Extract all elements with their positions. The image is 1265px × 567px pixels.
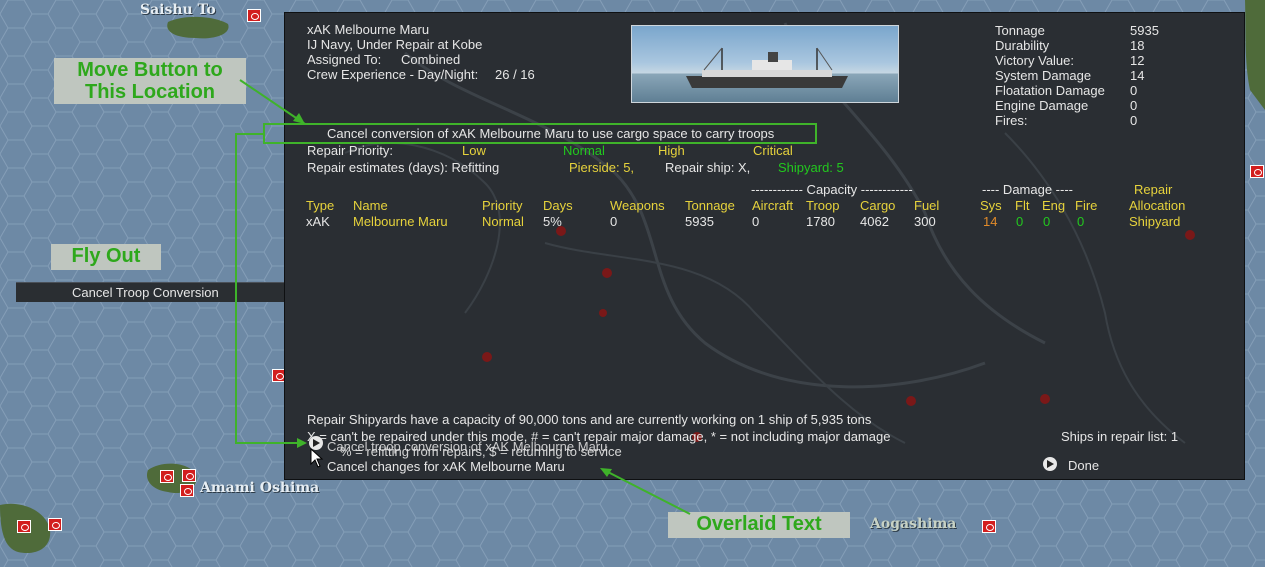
stat-label: Fires: — [995, 113, 1028, 128]
base-icon[interactable] — [17, 520, 31, 533]
col-header-weapons[interactable]: Weapons — [610, 198, 665, 213]
shipyard-capacity-note: Repair Shipyards have a capacity of 90,0… — [307, 412, 872, 427]
map-label-saishu-to: Saishu To — [140, 2, 216, 18]
col-header-fire[interactable]: Fire — [1075, 198, 1097, 213]
base-icon[interactable] — [982, 520, 996, 533]
base-icon[interactable] — [1250, 165, 1264, 178]
damage-group-header: ---- Damage ---- — [982, 182, 1073, 197]
base-icon[interactable] — [160, 470, 174, 483]
fly-out-callout: Fly Out — [51, 244, 161, 270]
row-fuel: 300 — [914, 214, 936, 229]
crew-experience-value: 26 / 16 — [495, 67, 535, 82]
col-header-tonnage[interactable]: Tonnage — [685, 198, 735, 213]
priority-high-option[interactable]: High — [658, 143, 685, 158]
col-header-sys[interactable]: Sys — [980, 198, 1002, 213]
stat-value: 18 — [1130, 38, 1145, 53]
col-header-eng[interactable]: Eng — [1042, 198, 1065, 213]
row-allocation[interactable]: Shipyard — [1129, 214, 1180, 229]
col-header-cargo[interactable]: Cargo — [860, 198, 895, 213]
stat-value: 0 — [1130, 113, 1138, 128]
stat-label: Tonnage — [995, 23, 1045, 38]
row-eng: 0 — [1043, 214, 1051, 229]
stat-value: 0 — [1130, 83, 1138, 98]
done-button[interactable]: Done — [1068, 458, 1099, 473]
col-header-days[interactable]: Days — [543, 198, 573, 213]
base-icon[interactable] — [180, 484, 194, 497]
cargo-ship-icon — [686, 47, 848, 88]
repair-dialog: xAK Melbourne Maru IJ Navy, Under Repair… — [284, 12, 1245, 480]
row-troop: 1780 — [806, 214, 835, 229]
stat-label: Victory Value: — [995, 53, 1075, 68]
stat-value: 14 — [1130, 68, 1145, 83]
repair-estimates-label: Repair estimates (days): Refitting — [307, 160, 500, 175]
stat-value: 5935 — [1130, 23, 1159, 38]
stat-label: System Damage — [995, 68, 1092, 83]
col-header-allocation[interactable]: Allocation — [1129, 198, 1185, 213]
base-icon[interactable] — [247, 9, 261, 22]
row-type: xAK — [306, 214, 330, 229]
flyout-menu-item[interactable]: Cancel Troop Conversion — [16, 282, 284, 302]
stat-label: Floatation Damage — [995, 83, 1105, 98]
assigned-label: Assigned To: — [307, 52, 382, 67]
shipyard-option[interactable]: Shipyard: 5 — [778, 160, 844, 175]
cancel-conversion-button[interactable]: Cancel conversion of xAK Melbourne Maru … — [327, 126, 774, 141]
stat-label: Durability — [995, 38, 1050, 53]
row-tonnage: 5935 — [685, 214, 714, 229]
priority-critical-option[interactable]: Critical — [753, 143, 793, 158]
row-flt: 0 — [1016, 214, 1024, 229]
col-header-troop[interactable]: Troop — [806, 198, 839, 213]
col-header-fuel[interactable]: Fuel — [914, 198, 939, 213]
assigned-value[interactable]: Combined — [401, 52, 460, 67]
repair-legend-line-2: % = refitting from repairs, $ = returnin… — [340, 444, 622, 459]
cancel-changes-button[interactable]: Cancel changes for xAK Melbourne Maru — [327, 459, 565, 474]
stat-label: Engine Damage — [995, 98, 1089, 113]
ship-status: IJ Navy, Under Repair at Kobe — [307, 37, 483, 52]
row-name[interactable]: Melbourne Maru — [353, 214, 448, 229]
row-fire: 0 — [1077, 214, 1085, 229]
move-button-callout: Move Button to This Location — [54, 58, 246, 104]
arrow-right-icon[interactable] — [1043, 457, 1057, 471]
base-icon[interactable] — [182, 469, 196, 482]
stat-value: 0 — [1130, 98, 1138, 113]
row-sys: 14 — [983, 214, 998, 229]
repair-group-header: Repair — [1134, 182, 1173, 197]
repair-ship-option[interactable]: Repair ship: X, — [665, 160, 750, 175]
crew-experience-label: Crew Experience - Day/Night: — [307, 67, 479, 82]
priority-low-option[interactable]: Low — [462, 143, 486, 158]
col-header-flt[interactable]: Flt — [1015, 198, 1029, 213]
ship-picture — [631, 25, 899, 103]
capacity-group-header: ------------ Capacity ------------ — [751, 182, 913, 197]
row-priority[interactable]: Normal — [482, 214, 524, 229]
row-days: 5% — [543, 214, 562, 229]
pierside-option[interactable]: Pierside: 5, — [569, 160, 634, 175]
repair-priority-label: Repair Priority: — [307, 143, 393, 158]
col-header-type[interactable]: Type — [306, 198, 334, 213]
base-icon[interactable] — [48, 518, 62, 531]
ships-in-repair-list: Ships in repair list: 1 — [1061, 429, 1179, 444]
row-cargo: 4062 — [860, 214, 889, 229]
col-header-priority[interactable]: Priority — [482, 198, 522, 213]
overlaid-text-callout: Overlaid Text — [668, 512, 850, 538]
ship-name: xAK Melbourne Maru — [307, 22, 430, 37]
map-label-amami-oshima: Amami Oshima — [200, 480, 320, 496]
col-header-aircraft[interactable]: Aircraft — [752, 198, 793, 213]
col-header-name[interactable]: Name — [353, 198, 388, 213]
mouse-cursor-icon — [310, 448, 324, 468]
map-label-aogashima: Aogashima — [870, 516, 957, 532]
priority-normal-option[interactable]: Normal — [563, 143, 605, 158]
row-weapons: 0 — [610, 214, 618, 229]
stat-value: 12 — [1130, 53, 1145, 68]
row-aircraft: 0 — [752, 214, 760, 229]
